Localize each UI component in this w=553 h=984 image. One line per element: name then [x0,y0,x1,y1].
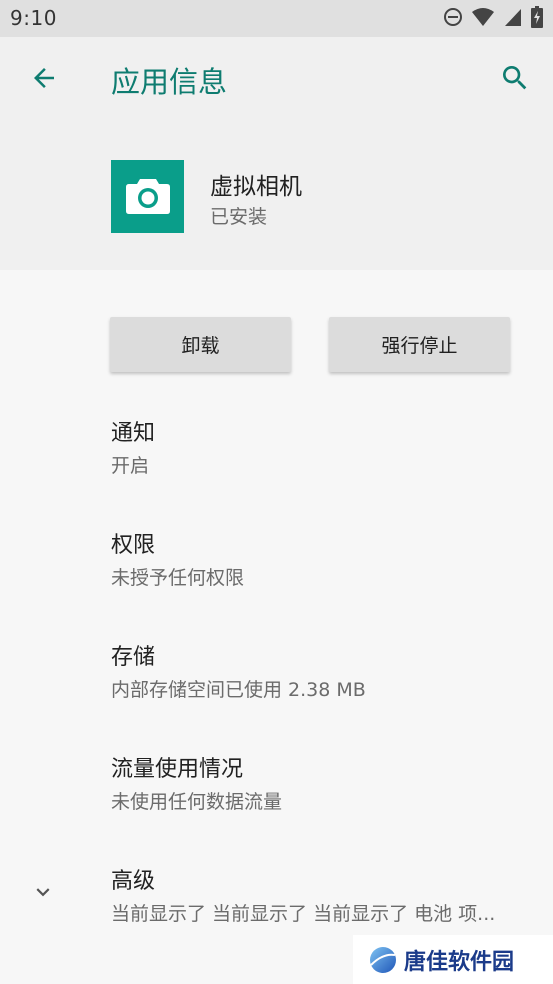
pref-title: 高级 [111,869,156,894]
pref-summary: 开启 [111,455,150,477]
pref-title: 权限 [111,533,156,558]
pref-notifications[interactable]: 通知 开启 [0,415,553,515]
wifi-icon [471,7,495,31]
pref-summary: 未使用任何数据流量 [111,791,283,813]
pref-storage[interactable]: 存储 内部存储空间已使用 2.38 MB [0,639,553,739]
battery-icon [531,6,543,32]
pref-summary: 未授予任何权限 [111,567,245,589]
pref-permissions[interactable]: 权限 未授予任何权限 [0,527,553,627]
camera-icon [125,175,171,219]
watermark-text: 唐佳软件园 [404,949,515,975]
app-info-screen: 9:10 应用信息 虚拟相机 已安装 卸载 强行停止 通知 开启 权限 未授予任… [0,0,553,984]
search-icon [499,62,531,98]
page-title: 应用信息 [111,65,228,99]
pref-title: 流量使用情况 [111,757,244,782]
watermark: 唐佳软件园 [353,935,553,984]
status-icons [443,6,543,32]
app-icon [111,160,184,233]
status-bar: 9:10 [0,0,553,37]
pref-title: 通知 [111,421,156,446]
pref-data-usage[interactable]: 流量使用情况 未使用任何数据流量 [0,751,553,851]
app-header: 应用信息 虚拟相机 已安装 [0,37,553,270]
search-button[interactable] [495,60,535,100]
cell-signal-icon [503,7,523,31]
pref-summary: 内部存储空间已使用 2.38 MB [111,679,366,701]
arrow-back-icon [29,63,59,97]
back-button[interactable] [24,60,64,100]
chevron-down-icon [30,879,56,905]
app-install-status: 已安装 [210,206,268,228]
app-name: 虚拟相机 [210,174,302,200]
do-not-disturb-icon [443,7,463,31]
toolbar: 应用信息 [0,37,553,123]
status-time: 9:10 [10,6,57,30]
pref-title: 存储 [111,645,156,670]
pref-summary: 当前显示了 当前显示了 当前显示了 电池 项... [111,903,496,925]
globe-logo-icon [368,945,398,975]
force-stop-button[interactable]: 强行停止 [329,317,510,372]
uninstall-button[interactable]: 卸载 [110,317,291,372]
